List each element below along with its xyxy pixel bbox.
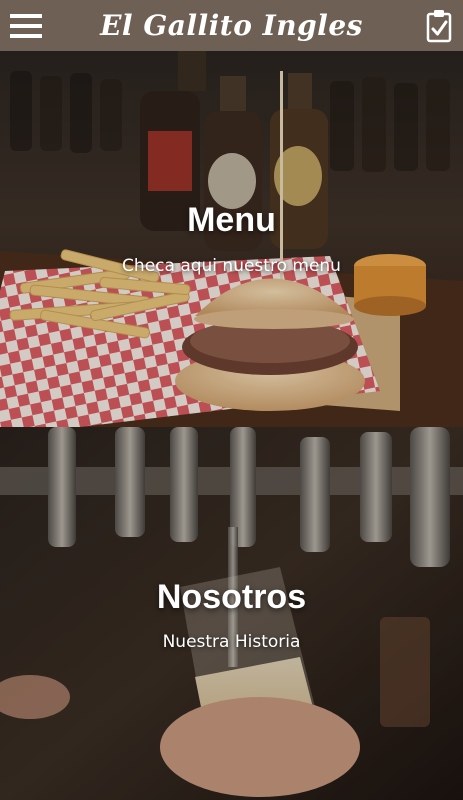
menu-button[interactable] <box>8 10 44 42</box>
menu-section-subtitle: Checa aqui nuestro menu <box>122 256 341 276</box>
menu-section-card[interactable]: Menu Checa aqui nuestro menu <box>0 51 463 427</box>
nosotros-section-card[interactable]: Nosotros Nuestra Historia <box>0 427 463 800</box>
clipboard-check-icon <box>426 10 452 43</box>
app-title: El Gallito Ingles <box>100 9 363 42</box>
app-header: El Gallito Ingles <box>0 0 463 51</box>
nosotros-section-title: Nosotros <box>156 578 307 616</box>
hamburger-menu-icon <box>10 14 42 38</box>
menu-section-title: Menu <box>187 201 276 239</box>
nosotros-section-subtitle: Nuestra Historia <box>162 632 301 652</box>
clipboard-button[interactable] <box>423 8 455 44</box>
